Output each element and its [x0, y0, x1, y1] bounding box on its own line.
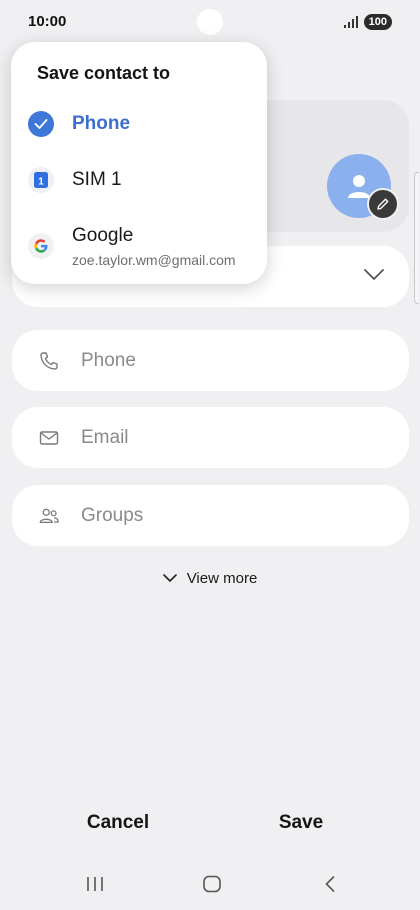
camera-cutout [197, 9, 223, 35]
status-bar: 10:00 100 [0, 0, 420, 44]
status-time: 10:00 [28, 13, 67, 30]
view-more-button[interactable]: View more [0, 570, 420, 587]
home-icon [203, 875, 221, 893]
groups-field[interactable]: Groups [12, 485, 409, 546]
check-circle-icon [28, 111, 54, 137]
phone-icon [38, 350, 60, 372]
groups-placeholder: Groups [81, 504, 144, 526]
menu-title: Save contact to [37, 63, 171, 83]
menu-item-label: Phone [72, 113, 131, 134]
email-field[interactable]: Email [12, 407, 409, 468]
view-more-label: View more [186, 570, 258, 587]
signal-icon [343, 16, 358, 28]
google-account-email: zoe.taylor.wm@gmail.com [72, 252, 236, 268]
menu-item-sim1[interactable]: 1 SIM 1 [11, 164, 267, 214]
status-icons: 100 [343, 14, 392, 30]
email-placeholder: Email [81, 426, 129, 448]
phone-field[interactable]: Phone [12, 330, 409, 391]
cancel-button[interactable]: Cancel [58, 812, 178, 834]
menu-item-label: Google [72, 225, 134, 246]
navigation-bar [0, 862, 420, 906]
save-contact-to-menu: Save contact to Phone 1 SIM 1 Google zoe… [11, 42, 267, 284]
recent-apps-button[interactable] [80, 872, 110, 896]
sim-badge: 1 [38, 177, 44, 188]
phone-placeholder: Phone [81, 349, 136, 371]
chevron-down-icon[interactable] [363, 268, 385, 282]
recent-apps-icon [87, 877, 103, 891]
battery-indicator: 100 [363, 14, 392, 30]
sim-card-icon: 1 [28, 167, 54, 193]
action-bar: Cancel Save [0, 812, 420, 842]
edge-panel-handle[interactable] [414, 172, 419, 304]
back-button[interactable] [315, 872, 345, 896]
home-button[interactable] [197, 872, 227, 896]
pencil-icon [377, 198, 389, 210]
google-icon [28, 233, 54, 259]
menu-item-label: SIM 1 [72, 169, 122, 190]
chevron-down-icon [162, 574, 177, 582]
menu-item-google[interactable]: Google zoe.taylor.wm@gmail.com [11, 220, 267, 278]
back-icon [325, 876, 335, 892]
groups-icon [38, 505, 60, 527]
save-button[interactable]: Save [241, 812, 361, 834]
mail-icon [38, 427, 60, 449]
edit-photo-button[interactable] [367, 188, 399, 220]
menu-item-phone[interactable]: Phone [11, 108, 267, 158]
